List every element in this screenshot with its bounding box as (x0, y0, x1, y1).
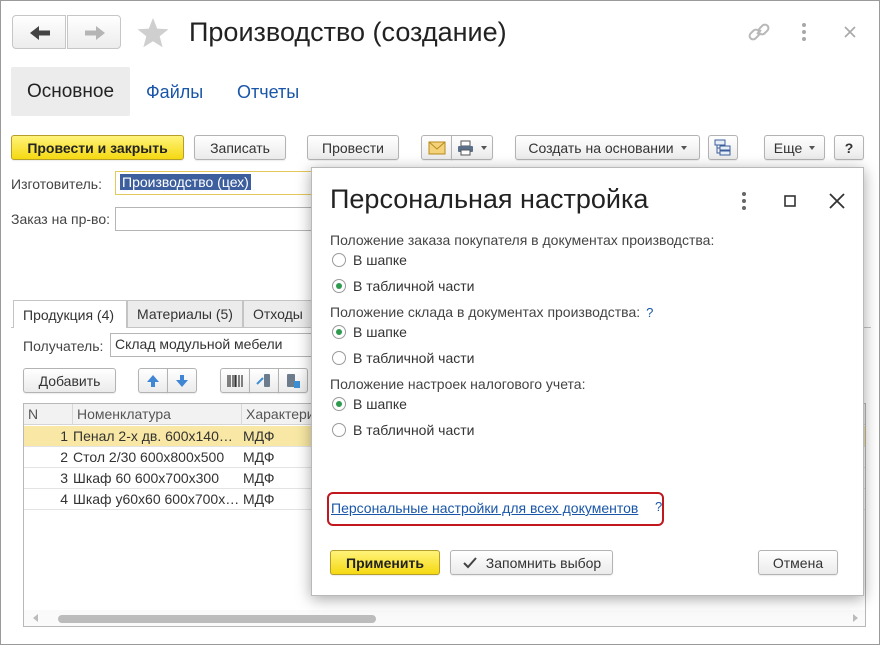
scroll-left-icon[interactable] (32, 614, 40, 622)
help-question-icon[interactable]: ? (646, 305, 653, 320)
arrow-left-icon (30, 26, 50, 40)
tab-reports[interactable]: Отчеты (237, 82, 299, 103)
window-title: Производство (создание) (189, 17, 507, 47)
post-button[interactable]: Провести (307, 135, 399, 160)
tab-files[interactable]: Файлы (146, 82, 203, 103)
manufacturer-field[interactable]: Производство (цех) (115, 171, 315, 195)
document-window: Производство (создание) Основное Файлы О… (0, 0, 880, 645)
apply-button[interactable]: Применить (330, 550, 440, 575)
back-button[interactable] (12, 15, 66, 49)
scrollbar-thumb[interactable] (58, 615, 376, 623)
cell-characteristic: МДФ (243, 470, 275, 486)
dialog-close-icon[interactable] (824, 188, 850, 214)
move-up-button[interactable] (138, 368, 168, 393)
order-label: Заказ на пр-во: (11, 211, 111, 227)
maximize-icon[interactable] (779, 190, 801, 212)
cell-n: 1 (60, 428, 68, 444)
radio-tax-header[interactable]: В шапке (332, 396, 407, 412)
radio-warehouse-header[interactable]: В шапке (332, 324, 407, 340)
column-header-characteristic[interactable]: Характери (246, 406, 315, 422)
link-icon[interactable] (746, 19, 772, 45)
radio-off-icon (332, 253, 346, 267)
dialog-title: Персональная настройка (330, 184, 649, 214)
column-header-nomenclature[interactable]: Номенклатура (77, 406, 171, 422)
group-tax-settings-label: Положение настроек налогового учета: (330, 376, 586, 392)
data-terminal-icon (287, 373, 300, 388)
cell-characteristic: МДФ (243, 449, 275, 465)
cell-characteristic: МДФ (243, 428, 275, 444)
column-divider (72, 404, 73, 425)
forward-button[interactable] (67, 15, 121, 49)
envelope-icon (428, 141, 445, 154)
dialog-more-icon[interactable] (736, 188, 752, 214)
save-button[interactable]: Записать (194, 135, 286, 160)
subtab-materials[interactable]: Материалы (5) (127, 300, 243, 327)
group-warehouse-label: Положение склада в документах производст… (330, 304, 654, 320)
hierarchy-icon (714, 139, 731, 155)
arrow-right-icon (85, 26, 105, 40)
more-button[interactable]: Еще (764, 135, 825, 160)
cell-n: 2 (60, 449, 68, 465)
radio-on-icon (332, 279, 346, 293)
arrow-down-icon (176, 374, 188, 387)
printer-icon (458, 140, 473, 155)
radio-on-icon (332, 325, 346, 339)
cell-nomenclature: Шкаф у60х60 600x700x… (73, 491, 240, 507)
cell-nomenclature: Пенал 2-х дв. 600х140… (73, 428, 233, 444)
order-field[interactable] (115, 207, 315, 231)
radio-on-icon (332, 397, 346, 411)
cell-n: 3 (60, 470, 68, 486)
link-help-question-icon[interactable]: ? (655, 499, 662, 514)
radio-off-icon (332, 351, 346, 365)
create-based-on-button[interactable]: Создать на основании (515, 135, 700, 160)
radio-tax-table[interactable]: В табличной части (332, 422, 474, 438)
checkmark-icon (463, 556, 477, 568)
arrow-up-icon (147, 374, 159, 387)
scanner-button[interactable] (249, 368, 279, 393)
manufacturer-value: Производство (цех) (120, 174, 251, 190)
scanner-icon (256, 373, 270, 387)
recipient-label: Получатель: (23, 338, 104, 354)
more-vertical-icon[interactable] (796, 19, 812, 45)
close-icon[interactable] (839, 19, 861, 45)
all-documents-settings-link[interactable]: Персональные настройки для всех документ… (331, 500, 638, 516)
favorite-star-icon[interactable] (136, 16, 170, 50)
radio-customer-order-table[interactable]: В табличной части (332, 278, 474, 294)
horizontal-scrollbar[interactable] (24, 610, 865, 626)
cell-characteristic: МДФ (243, 491, 275, 507)
radio-off-icon (332, 423, 346, 437)
post-and-close-button[interactable]: Провести и закрыть (11, 135, 184, 160)
move-down-button[interactable] (167, 368, 197, 393)
cell-n: 4 (60, 491, 68, 507)
column-header-n[interactable]: N (28, 406, 38, 422)
scroll-right-icon[interactable] (851, 614, 859, 622)
barcode-button[interactable] (220, 368, 250, 393)
subtab-products[interactable]: Продукция (4) (13, 300, 127, 328)
cell-nomenclature: Шкаф 60 600x700x300 (73, 470, 219, 486)
radio-warehouse-table[interactable]: В табличной части (332, 350, 474, 366)
tab-main[interactable]: Основное (11, 67, 130, 116)
cell-nomenclature: Стол 2/30 600x800x500 (73, 449, 225, 465)
add-button[interactable]: Добавить (23, 368, 116, 393)
help-button[interactable]: ? (834, 135, 864, 160)
terminal-button[interactable] (278, 368, 308, 393)
structure-button[interactable] (708, 135, 738, 160)
email-button[interactable] (421, 135, 452, 160)
group-customer-order-label: Положение заказа покупателя в документах… (330, 232, 715, 248)
recipient-field[interactable]: Склад модульной мебели (110, 333, 315, 357)
barcode-icon (227, 374, 243, 387)
manufacturer-label: Изготовитель: (11, 176, 102, 192)
radio-customer-order-header[interactable]: В шапке (332, 252, 407, 268)
column-divider (241, 404, 242, 425)
cancel-button[interactable]: Отмена (758, 550, 838, 575)
personal-settings-dialog: Персональная настройка Положение заказа … (311, 167, 864, 596)
remember-choice-button[interactable]: Запомнить выбор (450, 550, 613, 575)
print-button[interactable] (451, 135, 493, 160)
